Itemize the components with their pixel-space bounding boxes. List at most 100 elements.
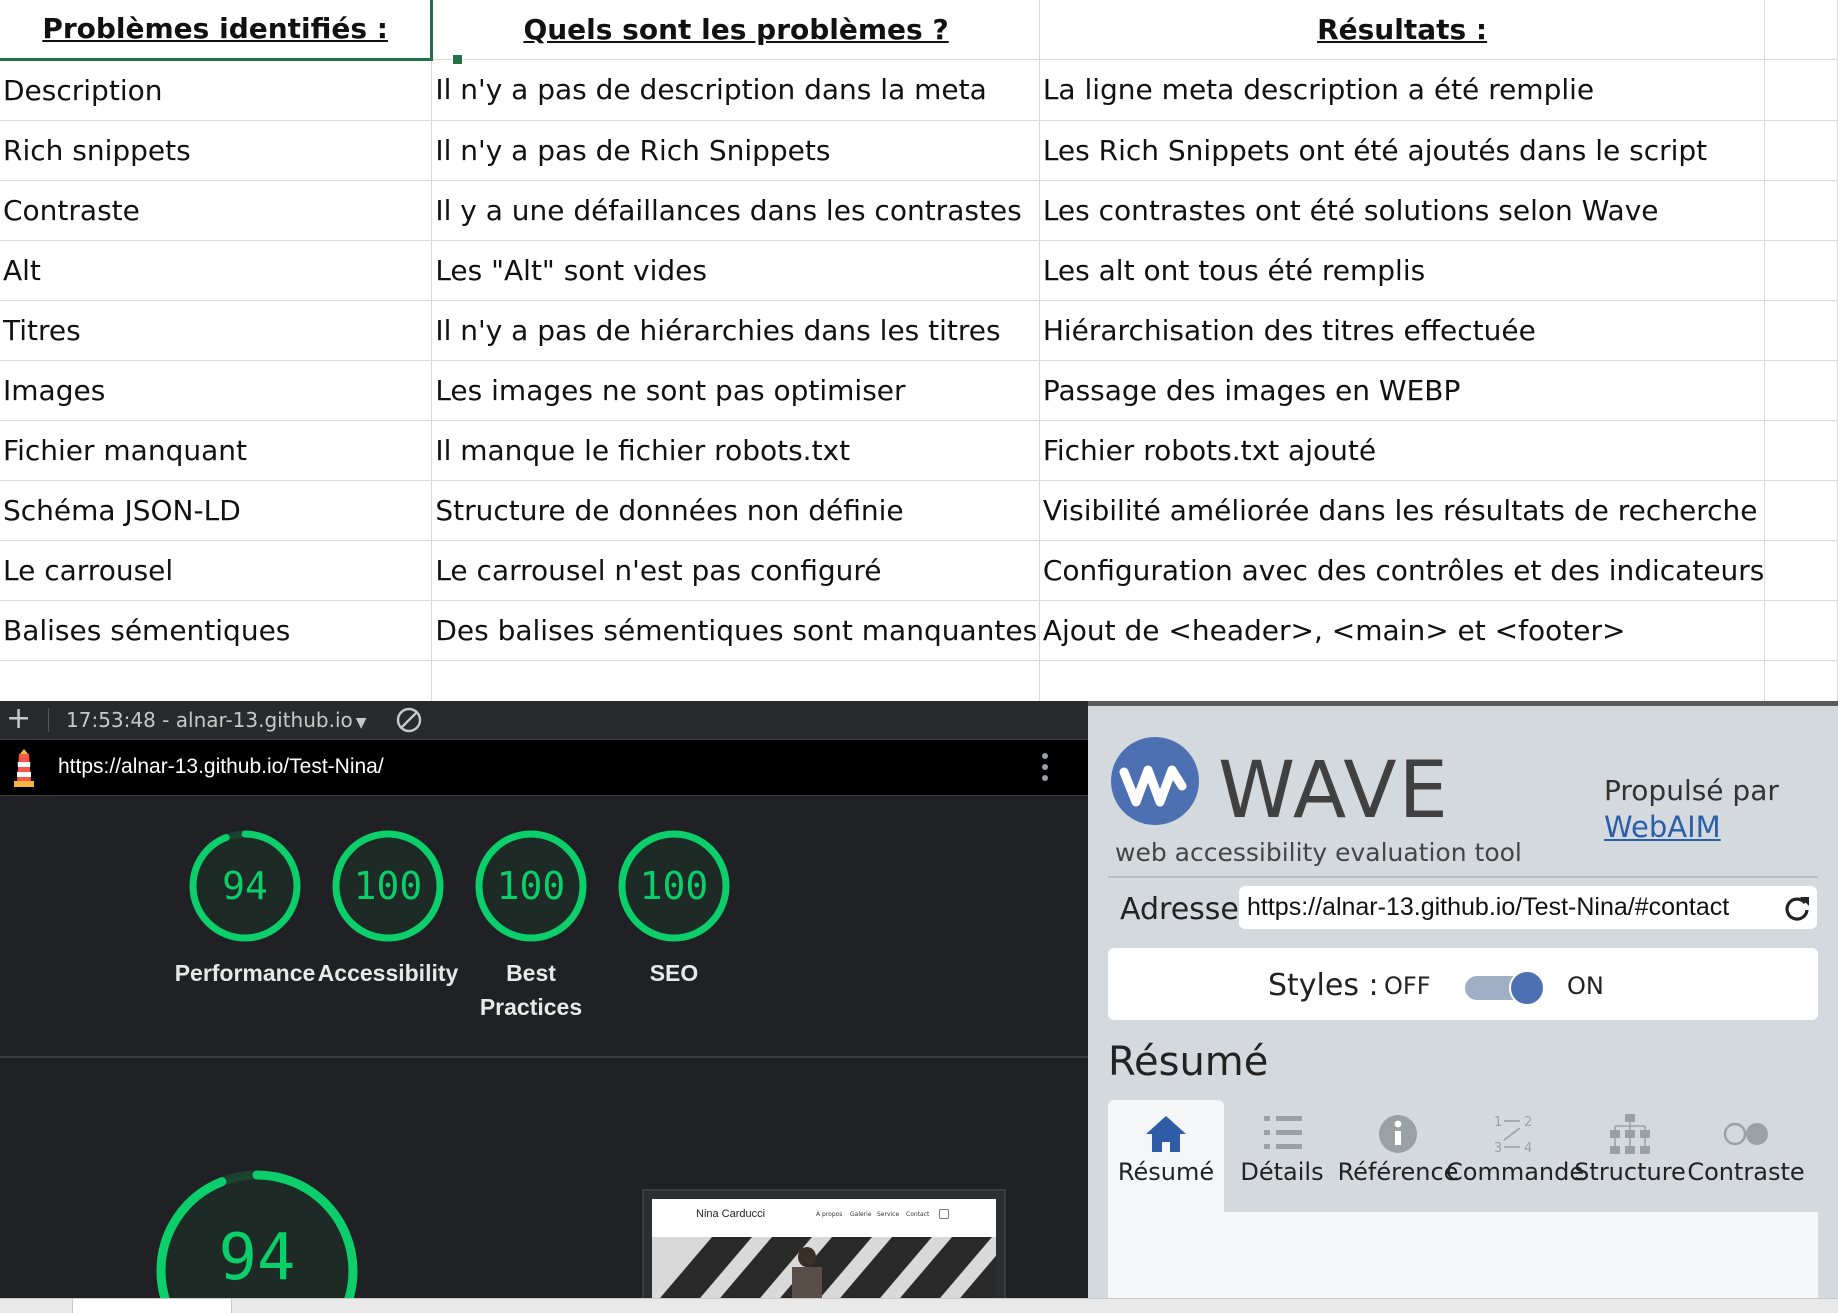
header-cell[interactable]: Résultats :	[1039, 0, 1766, 60]
wave-logo-icon	[1111, 737, 1199, 825]
table-cell[interactable]: Contraste	[0, 180, 433, 241]
table-cell[interactable]: Rich snippets	[0, 120, 433, 181]
empty-cell[interactable]	[1764, 660, 1838, 702]
spreadsheet: Problèmes identifiés : Quels sont les pr…	[0, 0, 1838, 702]
tab-order[interactable]: 1234 Commande	[1446, 1100, 1584, 1212]
table-row: Fichier manquant Il manque le fichier ro…	[0, 420, 1838, 481]
webaim-link[interactable]: WebAIM	[1604, 810, 1721, 844]
preview-nav-4: Contact	[906, 1211, 930, 1218]
plus-icon[interactable]: +	[6, 703, 31, 735]
clear-icon[interactable]	[396, 707, 422, 733]
summary-panel	[1108, 1212, 1818, 1303]
table-cell[interactable]: Hiérarchisation des titres effectuée	[1039, 300, 1766, 361]
table-row: Alt Les "Alt" sont vides Les alt ont tou…	[0, 240, 1838, 301]
tab-resume[interactable]: Résumé	[1108, 1100, 1224, 1212]
table-cell[interactable]: Titres	[0, 300, 433, 361]
table-cell[interactable]: Les "Alt" sont vides	[431, 240, 1040, 301]
table-row: Images Les images ne sont pas optimiser …	[0, 360, 1838, 421]
table-cell[interactable]: Structure de données non définie	[431, 480, 1040, 541]
header-cell[interactable]: Quels sont les problèmes ?	[431, 0, 1040, 60]
tab-details[interactable]: Détails	[1224, 1100, 1340, 1212]
table-cell[interactable]: Des balises sémentiques sont manquantes	[431, 600, 1040, 661]
preview-nav-2: Galerie	[850, 1211, 872, 1218]
refresh-icon[interactable]	[1782, 893, 1812, 923]
table-cell[interactable]: Il n'y a pas de Rich Snippets	[431, 120, 1040, 181]
svg-text:3: 3	[1494, 1141, 1502, 1156]
lighthouse-toolbar: + 17:53:48 - alnar-13.github.io ▼	[0, 701, 1088, 740]
selection-fill-handle[interactable]	[452, 54, 463, 65]
empty-cell[interactable]	[1039, 660, 1766, 702]
table-cell[interactable]: Fichier robots.txt ajouté	[1039, 420, 1766, 481]
table-row: Titres Il n'y a pas de hiérarchies dans …	[0, 300, 1838, 361]
order-icon: 1 2 3 4	[1494, 1115, 1532, 1156]
empty-cell[interactable]	[1764, 120, 1838, 181]
empty-cell[interactable]	[1764, 420, 1838, 481]
header-divider	[1108, 876, 1818, 878]
table-cell[interactable]: Les images ne sont pas optimiser	[431, 360, 1040, 421]
table-row: Rich snippets Il n'y a pas de Rich Snipp…	[0, 120, 1838, 181]
table-cell[interactable]: La ligne meta description a été remplie	[1039, 59, 1766, 121]
table-cell[interactable]: Les contrastes ont été solutions selon W…	[1039, 180, 1766, 241]
table-cell[interactable]: Les alt ont tous été remplis	[1039, 240, 1766, 301]
table-cell[interactable]: Alt	[0, 240, 433, 301]
styles-toggle[interactable]	[1463, 970, 1547, 1006]
wave-panel: WAVE web accessibility evaluation tool P…	[1088, 701, 1838, 1303]
report-label: 17:53:48 - alnar-13.github.io	[66, 708, 353, 732]
lighthouse-panel: + 17:53:48 - alnar-13.github.io ▼ https:/…	[0, 701, 1088, 1298]
tab-label: Contraste	[1687, 1158, 1805, 1186]
table-cell[interactable]: Schéma JSON-LD	[0, 480, 433, 541]
header-cell[interactable]: Problèmes identifiés :	[0, 0, 434, 61]
styles-on-label: ON	[1567, 972, 1604, 1000]
empty-cell[interactable]	[1764, 300, 1838, 361]
table-cell[interactable]: Balises sémentiques	[0, 600, 433, 661]
summary-heading: Résumé	[1108, 1039, 1269, 1085]
page-screenshot-preview: Nina Carducci À propos Galerie Service C…	[642, 1189, 1006, 1298]
report-selector[interactable]: 17:53:48 - alnar-13.github.io ▼	[66, 707, 367, 736]
table-cell[interactable]: Fichier manquant	[0, 420, 433, 481]
table-row: Description Il n'y a pas de description …	[0, 59, 1838, 121]
empty-cell[interactable]	[1764, 180, 1838, 241]
styles-off-label: OFF	[1384, 972, 1431, 1000]
table-header-row: Problèmes identifiés : Quels sont les pr…	[0, 0, 1838, 61]
performance-big-score: 94	[218, 1221, 296, 1295]
table-cell[interactable]: Le carrousel n'est pas configuré	[431, 540, 1040, 601]
wave-tabs: Résumé Détails Référence 1234 Commande S…	[1108, 1100, 1818, 1230]
table-cell[interactable]: Ajout de <header>, <main> et <footer>	[1039, 600, 1766, 661]
table-cell[interactable]: Il manque le fichier robots.txt	[431, 420, 1040, 481]
empty-cell[interactable]	[1764, 540, 1838, 601]
table-cell[interactable]: Il y a une défaillances dans les contras…	[431, 180, 1040, 241]
preview-site-name: Nina Carducci	[696, 1208, 766, 1220]
empty-cell[interactable]	[1764, 360, 1838, 421]
table-cell[interactable]: Description	[0, 59, 433, 121]
empty-cell[interactable]	[1764, 600, 1838, 661]
empty-cell[interactable]	[1764, 240, 1838, 301]
tab-reference[interactable]: Référence	[1338, 1100, 1458, 1212]
tab-contrast[interactable]: Contraste	[1687, 1100, 1805, 1212]
score-gauge-seo[interactable]: 100 SEO	[589, 828, 759, 990]
table-cell[interactable]: Les Rich Snippets ont été ajoutés dans l…	[1039, 120, 1766, 181]
more-options-icon[interactable]	[1040, 750, 1050, 791]
table-cell[interactable]: Il n'y a pas de description dans la meta	[431, 59, 1040, 121]
address-input[interactable]: https://alnar-13.github.io/Test-Nina/#co…	[1239, 886, 1817, 929]
table-cell[interactable]: Il n'y a pas de hiérarchies dans les tit…	[431, 300, 1040, 361]
list-icon	[1264, 1116, 1302, 1149]
empty-cell[interactable]	[1764, 0, 1838, 60]
empty-cell[interactable]	[1764, 59, 1838, 121]
info-icon	[1379, 1115, 1417, 1153]
table-cell[interactable]: Le carrousel	[0, 540, 433, 601]
tab-structure[interactable]: Structure	[1572, 1100, 1688, 1212]
empty-cell[interactable]	[0, 660, 433, 702]
dropdown-arrow-icon: ▼	[355, 715, 367, 731]
table-cell[interactable]: Images	[0, 360, 433, 421]
table-cell[interactable]: Visibilité améliorée dans les résultats …	[1039, 480, 1766, 541]
table-cell[interactable]: Passage des images en WEBP	[1039, 360, 1766, 421]
table-cell[interactable]: Configuration avec des contrôles et des …	[1039, 540, 1766, 601]
lighthouse-icon	[10, 748, 38, 793]
sheet-tabs-bar	[0, 1298, 1838, 1313]
report-url: https://alnar-13.github.io/Test-Nina/	[58, 755, 384, 778]
empty-cell[interactable]	[431, 660, 1040, 702]
empty-cell[interactable]	[1764, 480, 1838, 541]
styles-toggle-box: Styles : OFF ON	[1108, 948, 1818, 1020]
sheet-tab[interactable]	[72, 1299, 232, 1313]
wave-subtitle: web accessibility evaluation tool	[1115, 838, 1522, 867]
